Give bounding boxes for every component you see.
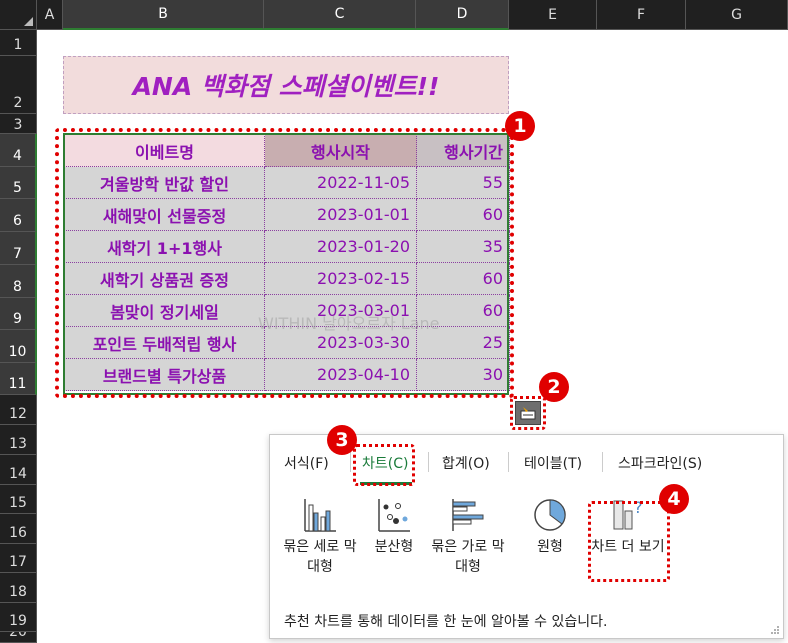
chart-option-more-charts[interactable]: ? 차트 더 보기 [588, 497, 668, 557]
column-header-b[interactable]: B [63, 0, 264, 30]
column-header-e[interactable]: E [509, 0, 597, 30]
svg-text:?: ? [634, 498, 643, 517]
table-row: 새해맞이 선물증정 2023-01-01 60 [64, 198, 510, 231]
spreadsheet[interactable]: A B C D E F G 1 2 3 4 5 6 7 8 9 10 11 12… [0, 0, 788, 643]
title-banner[interactable]: ANA 백화점 스페셜이벤트!! [63, 56, 509, 114]
cell-event-name[interactable]: 겨울방학 반값 할인 [64, 166, 265, 199]
tab-divider [428, 452, 429, 472]
header-start-date[interactable]: 행사시작 [264, 134, 417, 167]
row-header-19[interactable]: 19 [0, 603, 37, 632]
select-all-button[interactable] [0, 0, 37, 30]
table-row: 겨울방학 반값 할인 2022-11-05 55 [64, 166, 510, 199]
scatter-chart-icon [378, 499, 410, 532]
header-duration[interactable]: 행사기간 [416, 134, 510, 167]
chart-option-label: 묶은 가로 막대형 [431, 539, 505, 575]
cell-event-name[interactable]: 새학기 상품권 증정 [64, 262, 265, 295]
row-header-10[interactable]: 10 [0, 330, 37, 363]
header-event-name[interactable]: 이베트명 [64, 134, 265, 167]
tab-divider [508, 452, 509, 472]
quick-analysis-button[interactable] [515, 401, 541, 425]
row-header-20[interactable]: 20 [0, 632, 37, 643]
row-header-11[interactable]: 11 [0, 363, 37, 395]
quick-analysis-panel: 서식(F) 차트(C) 합계(O) 테이블(T) 스파크라인(S) 묶은 세로 … [269, 434, 784, 639]
pie-chart-icon [534, 499, 566, 531]
chart-option-clustered-column[interactable]: 묶은 세로 막대형 [280, 497, 360, 577]
clustered-bar-chart-icon [452, 499, 484, 531]
cell-duration[interactable]: 60 [416, 262, 510, 295]
row-header-2[interactable]: 2 [0, 56, 37, 114]
row-header-8[interactable]: 8 [0, 265, 37, 298]
panel-description: 추천 차트를 통해 데이터를 한 눈에 알아볼 수 있습니다. [284, 614, 608, 630]
chart-option-scatter[interactable]: 분산형 [354, 497, 434, 557]
column-header-g[interactable]: G [686, 0, 788, 30]
column-header-f[interactable]: F [597, 0, 686, 30]
row-header-13[interactable]: 13 [0, 425, 37, 455]
row-header-6[interactable]: 6 [0, 199, 37, 232]
chart-option-label: 분산형 [374, 539, 414, 555]
cell-start-date[interactable]: 2022-11-05 [264, 166, 417, 199]
cell-event-name[interactable]: 봄맞이 정기세일 [64, 294, 265, 327]
tab-divider [350, 452, 351, 472]
row-header-3[interactable]: 3 [0, 114, 37, 134]
cell-duration[interactable]: 35 [416, 230, 510, 263]
step-badge-1: 1 [505, 111, 535, 141]
chart-option-clustered-bar[interactable]: 묶은 가로 막대형 [428, 497, 508, 577]
step-badge-3: 3 [327, 425, 357, 455]
row-header-18[interactable]: 18 [0, 573, 37, 603]
cell-start-date[interactable]: 2023-01-01 [264, 198, 417, 231]
tab-charts[interactable]: 차트(C) [362, 453, 408, 473]
cell-event-name[interactable]: 브랜드별 특가상품 [64, 358, 265, 391]
row-header-9[interactable]: 9 [0, 298, 37, 330]
event-table: 이베트명 행사시작 행사기간 겨울방학 반값 할인 2022-11-05 55 … [64, 134, 510, 391]
cell-event-name[interactable]: 새해맞이 선물증정 [64, 198, 265, 231]
cell-duration[interactable]: 60 [416, 198, 510, 231]
chart-option-label: 차트 더 보기 [591, 539, 665, 555]
cell-start-date[interactable]: 2023-04-10 [264, 358, 417, 391]
cell-event-name[interactable]: 새학기 1+1행사 [64, 230, 265, 263]
cell-duration[interactable]: 30 [416, 358, 510, 391]
row-header-16[interactable]: 16 [0, 514, 37, 544]
column-header-a[interactable]: A [37, 0, 63, 30]
tab-tables[interactable]: 테이블(T) [524, 453, 582, 473]
cell-start-date[interactable]: 2023-02-15 [264, 262, 417, 295]
more-charts-icon: ? [613, 498, 643, 530]
clustered-column-chart-icon [304, 499, 336, 532]
tab-sparklines[interactable]: 스파크라인(S) [618, 453, 702, 473]
resize-grip-icon[interactable] [770, 625, 780, 635]
table-row: 새학기 1+1행사 2023-01-20 35 [64, 230, 510, 263]
row-header-7[interactable]: 7 [0, 232, 37, 265]
row-header-15[interactable]: 15 [0, 485, 37, 514]
cell-event-name[interactable]: 포인트 두배적립 행사 [64, 326, 265, 359]
cell-duration[interactable]: 55 [416, 166, 510, 199]
row-header-14[interactable]: 14 [0, 455, 37, 485]
table-row: 새학기 상품권 증정 2023-02-15 60 [64, 262, 510, 295]
row-header-5[interactable]: 5 [0, 167, 37, 199]
chart-option-label: 묶은 세로 막대형 [283, 539, 357, 575]
row-header-4[interactable]: 4 [0, 134, 37, 167]
chart-option-pie[interactable]: 원형 [510, 497, 590, 557]
step-badge-2: 2 [539, 372, 569, 402]
row-header-17[interactable]: 17 [0, 544, 37, 573]
cell-start-date[interactable]: 2023-01-20 [264, 230, 417, 263]
tab-formatting[interactable]: 서식(F) [284, 453, 329, 473]
tab-divider [602, 452, 603, 472]
row-header-12[interactable]: 12 [0, 395, 37, 425]
table-row: 브랜드별 특가상품 2023-04-10 30 [64, 358, 510, 391]
row-header-1[interactable]: 1 [0, 30, 37, 56]
watermark: WITHIN 날아오르자 Lane [258, 314, 440, 333]
quick-analysis-icon [520, 407, 536, 420]
table-header-row: 이베트명 행사시작 행사기간 [64, 134, 510, 167]
chart-option-label: 원형 [537, 539, 563, 555]
step-badge-4: 4 [659, 484, 689, 514]
column-header-d[interactable]: D [416, 0, 509, 30]
active-tab-indicator [360, 482, 412, 485]
column-header-c[interactable]: C [264, 0, 416, 30]
tab-totals[interactable]: 합계(O) [442, 453, 490, 473]
